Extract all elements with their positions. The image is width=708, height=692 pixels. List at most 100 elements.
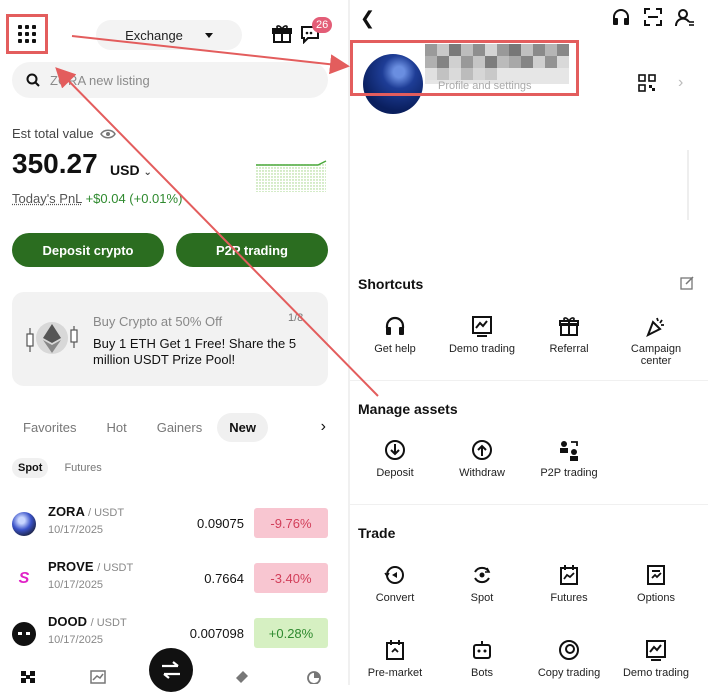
section-divider — [350, 504, 708, 505]
chevron-down-icon: ⌄ — [143, 167, 152, 178]
section-trade-title: Trade — [358, 525, 396, 541]
item-label: Get help — [374, 343, 416, 355]
discover-icon[interactable] — [234, 670, 250, 684]
p2p-trading-button[interactable]: P2P trading — [176, 233, 328, 267]
deposit-crypto-button[interactable]: Deposit crypto — [12, 233, 164, 267]
chevron-right-icon[interactable]: › — [321, 418, 326, 436]
tab-favorites[interactable]: Favorites — [12, 414, 87, 441]
trade-spot[interactable]: Spot — [439, 564, 525, 604]
withdraw-icon — [472, 440, 492, 460]
balance-unit[interactable]: USD ⌄ — [110, 162, 152, 178]
trade-futures[interactable]: Futures — [526, 564, 612, 604]
asset-p2p-trading[interactable]: P2P trading — [526, 439, 612, 479]
market-subtabs: Spot Futures — [12, 458, 108, 478]
copy-trading-icon — [559, 640, 579, 660]
asset-deposit[interactable]: Deposit — [352, 439, 438, 479]
edit-icon[interactable] — [680, 276, 694, 290]
trade-options[interactable]: Options — [613, 564, 699, 604]
item-label: Options — [637, 592, 675, 604]
symbol-text: DOOD — [48, 614, 87, 629]
listing-date: 10/17/2025 — [48, 579, 104, 591]
markets-icon[interactable] — [90, 670, 106, 684]
eye-icon[interactable] — [99, 128, 116, 140]
notification-badge: 26 — [312, 17, 333, 33]
shortcut-demo-trading[interactable]: Demo trading — [439, 315, 525, 355]
demo-trading-icon — [472, 316, 492, 337]
item-label: P2P trading — [540, 467, 598, 479]
coin-symbol: DOOD / USDT — [48, 614, 127, 629]
pnl-line: Today's PnL +$0.04 (+0.01%) — [12, 191, 182, 206]
item-label: Copy trading — [537, 667, 601, 679]
chevron-right-icon[interactable]: › — [678, 74, 683, 92]
bot-icon — [473, 641, 491, 659]
search-bar[interactable]: ZORA new listing — [12, 62, 328, 98]
promo-counter: 1/8 — [288, 312, 304, 324]
coin-symbol: PROVE / USDT — [48, 559, 133, 574]
pre-market-icon — [386, 640, 404, 660]
item-label: Deposit — [376, 467, 414, 479]
exchange-switch[interactable]: Exchange — [96, 20, 242, 50]
options-icon — [647, 565, 665, 585]
trade-convert[interactable]: Convert — [352, 564, 438, 604]
back-icon[interactable]: ❮ — [360, 8, 375, 29]
trade-copy-trading[interactable]: Copy trading — [526, 639, 612, 679]
item-label: Spot — [470, 592, 494, 604]
shortcut-referral[interactable]: Referral — [526, 315, 612, 355]
subtab-spot[interactable]: Spot — [12, 458, 49, 478]
exchange-label: Exchange — [125, 27, 183, 43]
promo-banner[interactable]: Buy Crypto at 50% Off Buy 1 ETH Get 1 Fr… — [12, 292, 328, 386]
tab-gainers[interactable]: Gainers — [146, 414, 214, 441]
assets-icon[interactable] — [306, 670, 322, 684]
list-item[interactable]: ZORA / USDT 10/17/2025 0.09075 -9.76% — [12, 500, 332, 548]
search-icon — [26, 73, 40, 87]
listing-date: 10/17/2025 — [48, 634, 104, 646]
home-icon[interactable] — [20, 670, 36, 684]
apps-grid-button[interactable] — [6, 14, 48, 54]
promo-title: Buy Crypto at 50% Off — [93, 314, 223, 329]
unit-text: USD — [110, 162, 140, 178]
symbol-text: ZORA — [48, 504, 85, 519]
item-label: Demo trading — [448, 343, 516, 355]
quote-text: / USDT — [90, 617, 127, 629]
subtab-futures[interactable]: Futures — [58, 458, 107, 478]
dood-icon — [12, 622, 36, 646]
tab-hot[interactable]: Hot — [95, 414, 137, 441]
item-label: Referral — [549, 343, 589, 355]
item-label: Demo trading — [622, 667, 690, 679]
tab-new[interactable]: New — [217, 412, 268, 442]
trade-bots[interactable]: Bots — [439, 639, 525, 679]
convert-icon — [384, 566, 404, 584]
asset-withdraw[interactable]: Withdraw — [439, 439, 525, 479]
change-badge: -3.40% — [254, 563, 328, 593]
futures-icon — [560, 565, 578, 585]
qr-code-icon[interactable] — [638, 74, 656, 92]
profile-highlight-box[interactable] — [350, 40, 579, 96]
item-label: Convert — [375, 592, 415, 604]
shortcut-campaign-center[interactable]: Campaign center — [613, 315, 699, 367]
list-item[interactable]: S PROVE / USDT 10/17/2025 0.7664 -3.40% — [12, 555, 332, 603]
spot-icon — [474, 566, 491, 584]
right-panel: ❮ Profile and settings › Shortcuts Get h… — [350, 0, 708, 685]
p2p-icon — [560, 441, 578, 461]
demo-trading-icon — [646, 640, 666, 661]
gift-icon[interactable] — [272, 24, 292, 44]
item-label: Bots — [470, 667, 493, 679]
eth-candle-icon — [26, 322, 78, 354]
est-total-text: Est total value — [12, 126, 94, 141]
grid-icon — [18, 25, 36, 43]
headset-icon[interactable] — [612, 8, 630, 26]
shortcut-get-help[interactable]: Get help — [352, 315, 438, 355]
change-badge: -9.76% — [254, 508, 328, 538]
est-total-label: Est total value — [12, 126, 116, 141]
listing-date: 10/17/2025 — [48, 524, 104, 536]
item-label: Withdraw — [459, 467, 505, 479]
trade-pre-market[interactable]: Pre-market — [352, 639, 438, 679]
pnl-label: Today's PnL — [12, 191, 82, 206]
trade-swap-button[interactable] — [149, 648, 193, 692]
search-placeholder: ZORA new listing — [50, 72, 150, 88]
scan-icon[interactable] — [644, 8, 662, 26]
trade-demo-trading[interactable]: Demo trading — [613, 639, 699, 679]
market-tabs: Favorites Hot Gainers New › — [12, 412, 332, 442]
account-switch-icon[interactable] — [675, 8, 695, 28]
deposit-icon — [385, 440, 405, 460]
